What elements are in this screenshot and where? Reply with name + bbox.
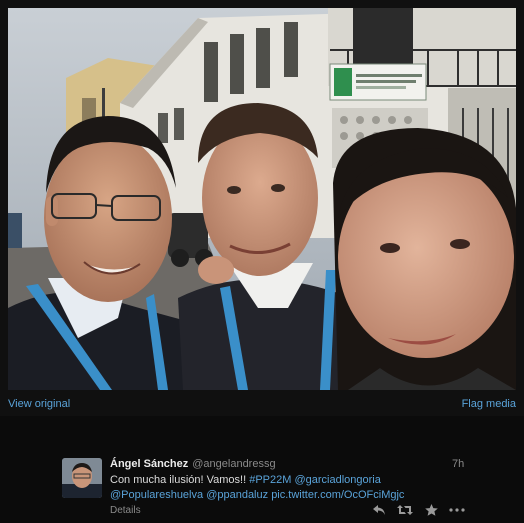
reply-icon[interactable] — [366, 502, 392, 518]
hashtag-link[interactable]: #PP22M — [249, 474, 291, 486]
retweet-icon[interactable] — [392, 502, 418, 518]
author-name[interactable]: Ángel Sánchez — [110, 458, 188, 470]
flag-media-link[interactable]: Flag media — [462, 398, 516, 410]
tweet-text-body: Con mucha ilusión! Vamos!! — [110, 474, 250, 486]
author-handle[interactable]: @angelandressg — [192, 458, 275, 470]
tweet-author-line: Ángel Sánchez @angelandressg — [110, 458, 276, 470]
star-icon[interactable] — [418, 502, 444, 518]
details-link[interactable]: Details — [110, 505, 141, 516]
media-viewer: View original Flag media Ángel Sánchez @a… — [0, 0, 524, 523]
mention-link[interactable]: @Populareshuelva — [110, 489, 203, 501]
tweet-card: Ángel Sánchez @angelandressg 7h Con mucha… — [0, 416, 524, 523]
view-original-link[interactable]: View original — [8, 398, 70, 410]
tweet-actions — [366, 502, 470, 518]
avatar[interactable] — [62, 458, 102, 498]
more-icon[interactable] — [444, 502, 470, 518]
mention-link[interactable]: @ppandaluz — [206, 489, 268, 501]
tweet-text: Con mucha ilusión! Vamos!! #PP22M @garci… — [110, 473, 440, 503]
media-url-link[interactable]: pic.twitter.com/OcOFciMgjc — [271, 489, 404, 501]
tweet-timestamp[interactable]: 7h — [452, 458, 464, 470]
tweet-photo[interactable] — [8, 8, 516, 390]
mention-link[interactable]: @garciadlongoria — [294, 474, 380, 486]
